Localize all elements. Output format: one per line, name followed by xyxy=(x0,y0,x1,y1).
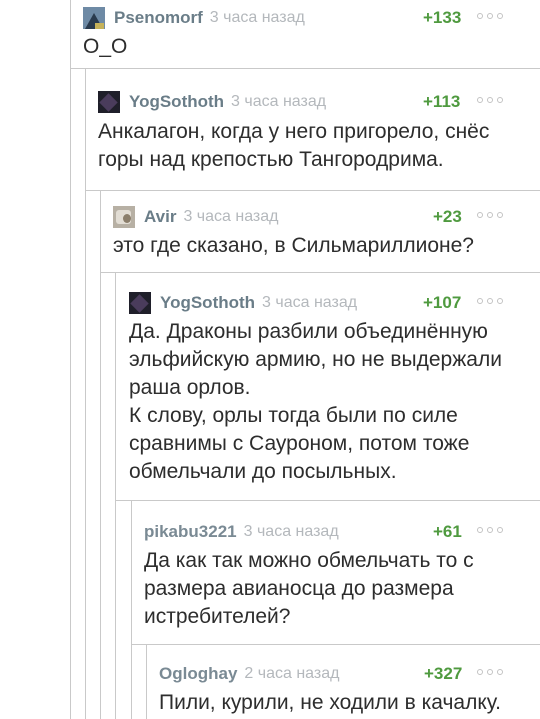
comment-text: Пили, курили, не ходили в качалку. xyxy=(159,689,501,717)
comment-header: Ogloghay 2 часа назад xyxy=(159,662,339,686)
thread-divider xyxy=(115,500,540,501)
comment-rating: +327 xyxy=(424,664,463,683)
thread-line-level-5 xyxy=(146,644,147,719)
thread-divider xyxy=(70,68,540,69)
comment-text-line: раша орлов. xyxy=(129,376,251,399)
comment-text-line: К слову, орлы тогда были по силе xyxy=(129,404,458,427)
comment: Avir 3 часа назад +23 это где сказано, в… xyxy=(113,205,540,267)
more-options-icon[interactable] xyxy=(477,527,503,533)
comment-text-line: горы над крепостью Тангородрима. xyxy=(98,148,444,171)
comment-header: Avir 3 часа назад xyxy=(113,205,279,229)
more-options-icon[interactable] xyxy=(477,13,503,19)
comment-text: Да как так можно обмельчать то с размера… xyxy=(144,547,474,631)
more-options-icon[interactable] xyxy=(477,298,503,304)
comment-text-line: сравнимы с Сауроном, потом тоже xyxy=(129,432,470,455)
comment-text-line: истребителей? xyxy=(144,605,291,628)
comment: YogSothoth 3 часа назад +107 Да. Драконы… xyxy=(129,291,540,491)
comment: pikabu3221 3 часа назад +61 Да как так м… xyxy=(144,520,540,638)
comment-author[interactable]: Ogloghay xyxy=(159,664,237,684)
comment-text-line: О_О xyxy=(83,35,128,58)
comment-author[interactable]: YogSothoth xyxy=(160,293,255,313)
comment-header: YogSothoth 3 часа назад xyxy=(98,90,326,114)
comment-text-line: обмельчали до посыльных. xyxy=(129,460,397,483)
photo-avatar[interactable] xyxy=(113,206,135,228)
comment: Ogloghay 2 часа назад +327 Пили, курили,… xyxy=(159,662,540,719)
thread-line-level-4 xyxy=(131,500,132,719)
comment-header: pikabu3221 3 часа назад xyxy=(144,520,339,544)
more-options-icon[interactable] xyxy=(477,669,503,675)
comment-rating: +61 xyxy=(433,522,462,541)
dark-avatar[interactable] xyxy=(129,292,151,314)
comment-author[interactable]: Avir xyxy=(144,207,176,227)
comment-author[interactable]: YogSothoth xyxy=(129,92,224,112)
comment: YogSothoth 3 часа назад +113 Анкалагон, … xyxy=(98,90,540,186)
comment-rating: +133 xyxy=(423,8,462,27)
comment-text-line: размера авианосца до размера xyxy=(144,577,454,600)
comment-author[interactable]: pikabu3221 xyxy=(144,522,237,542)
comment-text: О_О xyxy=(83,33,127,61)
comment: Psenomorf 3 часа назад +133 О_О xyxy=(83,6,540,66)
comment-rating: +113 xyxy=(423,92,461,111)
comment-time: 3 часа назад xyxy=(231,93,327,110)
thread-line-level-1 xyxy=(85,68,86,719)
comment-author[interactable]: Psenomorf xyxy=(114,8,203,28)
more-options-icon[interactable] xyxy=(477,212,503,218)
thread-line-level-0 xyxy=(70,0,71,719)
comment-text-line: Пили, курили, не ходили в качалку. xyxy=(159,691,502,714)
comment-rating: +107 xyxy=(423,293,462,312)
comment-text: Анкалагон, когда у него пригорело, снёс … xyxy=(98,118,489,174)
comment-text-line: Да как так можно обмельчать то с xyxy=(144,549,474,572)
thread-divider xyxy=(131,644,540,645)
thread-divider xyxy=(85,190,540,191)
comment-header: YogSothoth 3 часа назад xyxy=(129,291,357,315)
thread-line-level-3 xyxy=(115,272,116,719)
comment-text: это где сказано, в Сильмариллионе? xyxy=(113,232,474,260)
comment-text-line: Да. Драконы разбили объединённую xyxy=(129,320,488,343)
comment-text-line: Анкалагон, когда у него пригорело, снёс xyxy=(98,120,490,143)
comment-text: Да. Драконы разбили объединённую эльфийс… xyxy=(129,318,502,486)
more-options-icon[interactable] xyxy=(477,97,503,103)
comment-rating: +23 xyxy=(433,207,462,226)
dark-avatar[interactable] xyxy=(98,91,120,113)
thread-line-level-2 xyxy=(100,190,101,719)
comment-time: 2 часа назад xyxy=(244,665,340,682)
comment-text-line: эльфийскую армию, но не выдержали xyxy=(129,348,502,371)
comment-header: Psenomorf 3 часа назад xyxy=(83,6,305,30)
comment-time: 3 часа назад xyxy=(209,9,305,26)
thread-divider xyxy=(100,272,540,273)
comment-time: 3 часа назад xyxy=(262,294,358,311)
comment-text-line: это где сказано, в Сильмариллионе? xyxy=(113,234,474,257)
mountain-avatar[interactable] xyxy=(83,7,105,29)
comment-time: 3 часа назад xyxy=(183,208,279,225)
comment-time: 3 часа назад xyxy=(243,523,339,540)
